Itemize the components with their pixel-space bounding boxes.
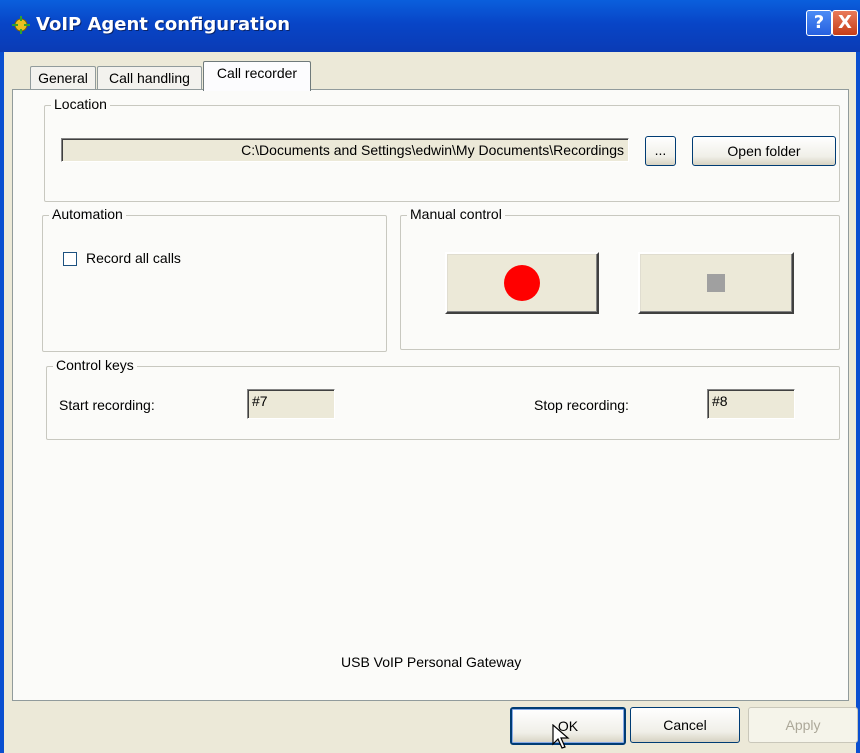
tab-call-recorder[interactable]: Call recorder [203,61,311,91]
close-button[interactable]: X [832,10,858,36]
app-icon [12,16,30,34]
cancel-button[interactable]: Cancel [630,707,740,743]
browse-button[interactable]: ... [645,136,676,166]
record-all-calls-checkbox[interactable] [63,252,77,266]
control-keys-group: Control keys Start recording: #7 Stop re… [46,357,840,440]
open-folder-button[interactable]: Open folder [692,136,836,166]
stop-button[interactable] [638,252,794,314]
start-recording-field[interactable]: #7 [247,389,335,419]
tab-general[interactable]: General [30,66,96,90]
window-frame-left [0,52,4,753]
automation-group: Automation Record all calls [42,206,387,352]
tab-panel: Location C:\Documents and Settings\edwin… [12,89,849,701]
automation-legend: Automation [49,206,126,222]
manual-control-legend: Manual control [407,206,505,222]
record-button[interactable] [445,252,599,314]
control-keys-legend: Control keys [53,357,137,373]
manual-control-group: Manual control [400,206,840,350]
window-title: VoIP Agent configuration [36,14,291,35]
mouse-cursor-icon [552,724,570,749]
record-all-calls-label: Record all calls [86,250,181,266]
device-name-label: USB VoIP Personal Gateway [341,654,522,670]
location-path-field: C:\Documents and Settings\edwin\My Docum… [61,138,629,162]
location-group: Location C:\Documents and Settings\edwin… [44,96,840,202]
start-recording-label: Start recording: [59,397,155,413]
record-icon [504,265,540,301]
stop-recording-field[interactable]: #8 [707,389,795,419]
tab-call-handling[interactable]: Call handling [97,66,202,90]
stop-icon [707,274,725,292]
help-button[interactable]: ? [806,10,832,36]
apply-button[interactable]: Apply [748,707,858,743]
location-legend: Location [51,96,110,112]
window-frame-right [856,52,860,753]
title-bar: VoIP Agent configuration ? X [0,0,860,52]
stop-recording-label: Stop recording: [534,397,629,413]
